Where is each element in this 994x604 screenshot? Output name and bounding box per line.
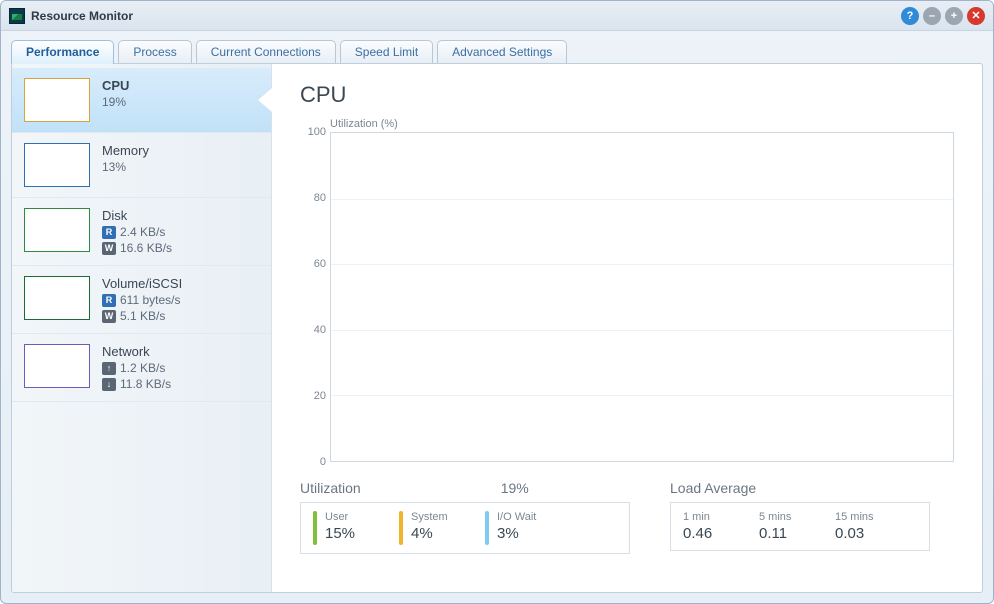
sidebar-item-title: CPU [102,78,129,93]
utilization-section: Utilization 19% User 15% [300,480,630,554]
help-button[interactable]: ? [901,7,919,25]
sidebar-item-title: Volume/iSCSI [102,276,182,291]
metric-system: System 4% [399,511,471,545]
thumbnail-icon [24,208,90,252]
main-panel: CPU Utilization (%) 100 80 60 40 20 0 [272,64,982,592]
client-area: CPU 19% Memory 13% Disk [11,63,983,593]
chart-y-axis: 100 80 60 40 20 0 [300,132,330,462]
loadavg-1min: 1 min 0.46 [683,511,741,542]
sidebar-item-stat: W 16.6 KB/s [102,241,172,255]
chart-plot-area [330,132,954,462]
write-icon: W [102,310,116,323]
y-tick: 20 [314,390,326,402]
window-controls: ? – + ✕ [901,7,985,25]
load-average-header-label: Load Average [670,480,756,496]
stats-row: Utilization 19% User 15% [300,480,954,554]
sidebar-item-stat: R 611 bytes/s [102,293,182,307]
metric-user: User 15% [313,511,385,545]
read-icon: R [102,226,116,239]
thumbnail-icon [24,78,90,122]
utilization-header-value: 19% [501,480,529,496]
thumbnail-icon [24,344,90,388]
minimize-button[interactable]: – [923,7,941,25]
sidebar-item-disk[interactable]: Disk R 2.4 KB/s W 16.6 KB/s [12,198,271,266]
page-title: CPU [300,82,954,108]
maximize-button[interactable]: + [945,7,963,25]
write-icon: W [102,242,116,255]
y-tick: 80 [314,192,326,204]
utilization-header-label: Utilization [300,480,361,496]
resource-monitor-window: Resource Monitor ? – + ✕ Performance Pro… [0,0,994,604]
tab-current-connections[interactable]: Current Connections [196,40,336,64]
sidebar-item-memory[interactable]: Memory 13% [12,133,271,198]
sidebar-item-title: Memory [102,143,149,158]
loadavg-15min: 15 mins 0.03 [835,511,893,542]
thumbnail-icon [24,143,90,187]
upload-icon: ↑ [102,362,116,375]
metric-io-wait: I/O Wait 3% [485,511,557,545]
color-bar-io-wait [485,511,489,545]
sidebar: CPU 19% Memory 13% Disk [12,64,272,592]
sidebar-item-volume-iscsi[interactable]: Volume/iSCSI R 611 bytes/s W 5.1 KB/s [12,266,271,334]
chart-axis-label: Utilization (%) [330,118,954,130]
tab-speed-limit[interactable]: Speed Limit [340,40,433,64]
download-icon: ↓ [102,378,116,391]
sidebar-item-network[interactable]: Network ↑ 1.2 KB/s ↓ 11.8 KB/s [12,334,271,402]
load-average-section: Load Average 1 min 0.46 5 mins 0.11 15 m… [670,480,930,554]
y-tick: 100 [308,126,326,138]
read-icon: R [102,294,116,307]
y-tick: 60 [314,258,326,270]
sidebar-item-title: Disk [102,208,172,223]
sidebar-item-stat: 19% [102,95,129,109]
tab-performance[interactable]: Performance [11,40,114,64]
load-average-box: 1 min 0.46 5 mins 0.11 15 mins 0.03 [670,502,930,551]
color-bar-system [399,511,403,545]
app-icon [9,8,25,24]
sidebar-item-stat: R 2.4 KB/s [102,225,172,239]
y-tick: 0 [320,456,326,468]
titlebar: Resource Monitor ? – + ✕ [1,1,993,31]
utilization-box: User 15% System 4% [300,502,630,554]
tab-advanced-settings[interactable]: Advanced Settings [437,40,567,64]
tab-process[interactable]: Process [118,40,191,64]
cpu-utilization-chart: 100 80 60 40 20 0 [300,132,954,462]
tabs: Performance Process Current Connections … [1,31,993,63]
sidebar-item-cpu[interactable]: CPU 19% [12,68,271,133]
sidebar-item-stat: 13% [102,160,149,174]
sidebar-item-stat: ↓ 11.8 KB/s [102,377,171,391]
thumbnail-icon [24,276,90,320]
sidebar-item-stat: W 5.1 KB/s [102,309,182,323]
loadavg-5min: 5 mins 0.11 [759,511,817,542]
sidebar-item-stat: ↑ 1.2 KB/s [102,361,171,375]
close-button[interactable]: ✕ [967,7,985,25]
y-tick: 40 [314,324,326,336]
sidebar-item-title: Network [102,344,171,359]
window-title: Resource Monitor [31,9,133,23]
color-bar-user [313,511,317,545]
